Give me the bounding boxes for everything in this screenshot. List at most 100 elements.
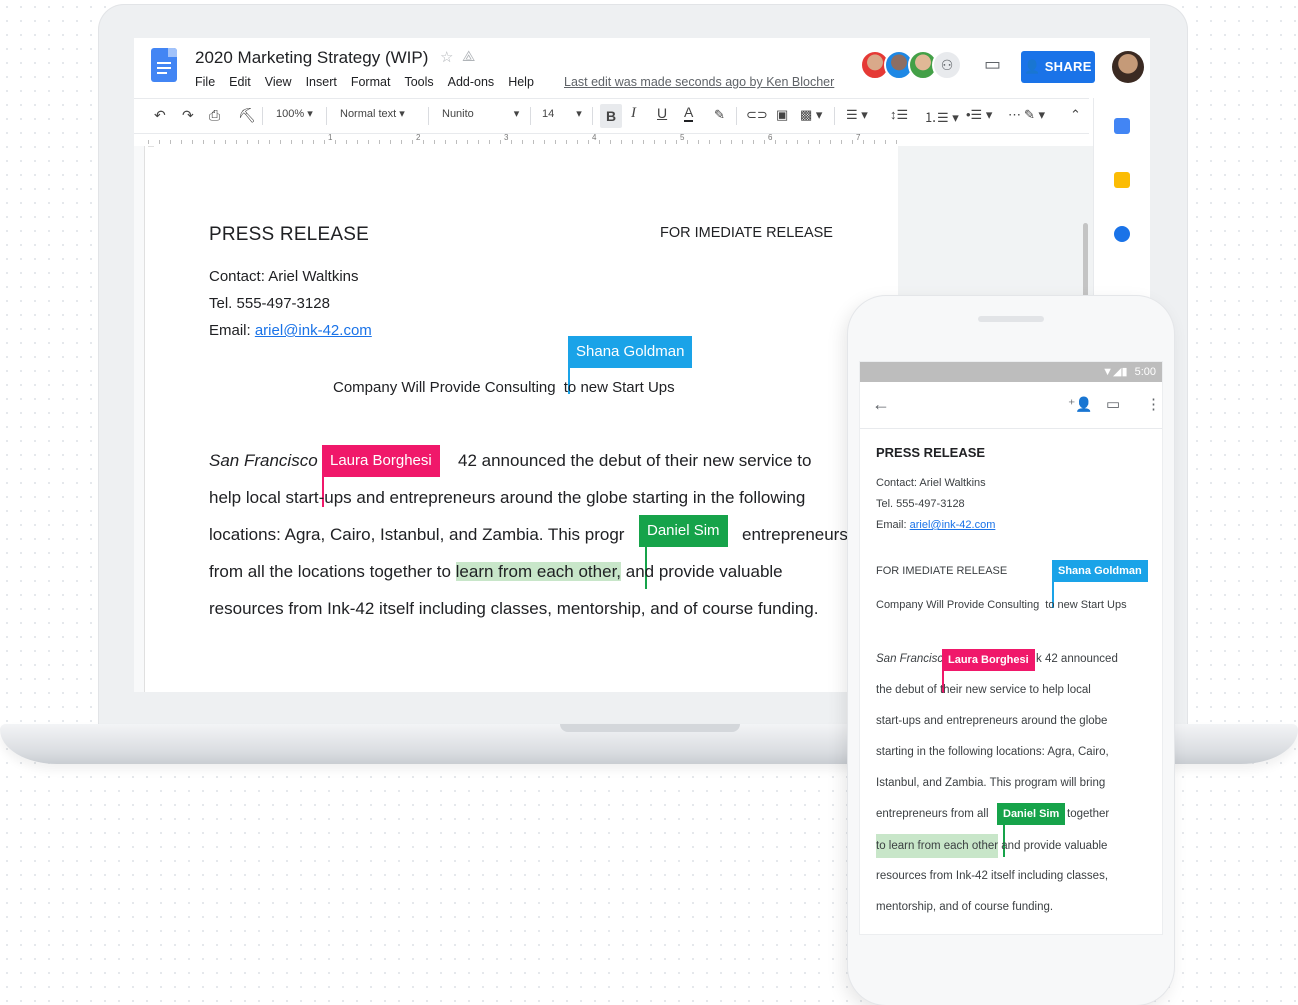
back-arrow-icon[interactable]: ← bbox=[872, 394, 890, 415]
phone-paragraph-line-4: starting in the following locations: Agr… bbox=[876, 746, 1109, 758]
phone-email-label: Email: bbox=[876, 519, 910, 531]
menu-format[interactable]: Format bbox=[351, 75, 391, 89]
menu-file[interactable]: File bbox=[195, 75, 215, 89]
print-icon[interactable]: ⎙ bbox=[209, 107, 220, 124]
share-button[interactable]: 👤 SHARE bbox=[1021, 51, 1095, 83]
phone-highlighted-text: to learn from each other bbox=[876, 834, 999, 858]
phone-cursor-tag-daniel: Daniel Sim bbox=[997, 803, 1066, 825]
phone-email-line: Email: ariel@ink-42.com bbox=[876, 519, 995, 531]
numbered-list-icon[interactable]: ⒈☰ ▾ bbox=[924, 107, 959, 126]
phone-subtitle-part: to new Start Ups bbox=[1042, 599, 1127, 611]
menu-help[interactable]: Help bbox=[508, 75, 534, 89]
ruler-number: 3 bbox=[504, 133, 509, 142]
subtitle-part: Company Will Provide Consulting bbox=[333, 379, 556, 396]
align-icon[interactable]: ☰ ▾ bbox=[846, 107, 868, 123]
line-spacing-icon[interactable]: ↕☰ bbox=[890, 107, 908, 123]
link-icon[interactable]: ⊂⊃ bbox=[746, 107, 768, 123]
paragraph-line-3-rest: entrepreneurs bbox=[742, 525, 848, 544]
paint-format-icon[interactable]: ⛏ bbox=[238, 107, 256, 124]
line4-text: and provide valuable bbox=[621, 562, 783, 581]
phone-screen: ▼◢▮ 5:00 ← ⁺👤 ▭ ⋮ PRESS RELEASE Contact:… bbox=[860, 362, 1162, 934]
phone-email-link[interactable]: ariel@ink-42.com bbox=[910, 519, 996, 531]
line4-text: from all the locations together to bbox=[209, 562, 456, 581]
phone-paragraph-line-9: mentorship, and of course funding. bbox=[876, 901, 1054, 913]
person-icon: 👤 bbox=[1024, 59, 1041, 74]
paragraph-line-3: locations: Agra, Cairo, Istanbul, and Za… bbox=[209, 525, 625, 544]
cursor-tag-shana: Shana Goldman bbox=[568, 336, 693, 368]
formatting-toolbar: ↶ ↷ ⎙ ⛏ 100% ▾ Normal text ▾ Nunito ▾ 14 ▾… bbox=[134, 98, 1089, 134]
menu-insert[interactable]: Insert bbox=[306, 75, 337, 89]
paragraph-line-1: San Francisco bbox=[209, 451, 318, 471]
email-line: Email: ariel@ink-42.com bbox=[209, 322, 372, 339]
comment-icon[interactable]: ▭ bbox=[1106, 395, 1120, 413]
underline-button[interactable]: U bbox=[657, 105, 667, 121]
font-select[interactable]: Nunito ▾ bbox=[442, 107, 519, 120]
subtitle-line: Company Will Provide Consulting to new S… bbox=[333, 379, 675, 396]
account-avatar[interactable] bbox=[1112, 51, 1144, 83]
menu-bar: File Edit View Insert Format Tools Add-o… bbox=[195, 75, 548, 89]
bold-button[interactable]: B bbox=[600, 104, 622, 128]
laptop-notch bbox=[560, 724, 740, 732]
tel-line: Tel. 555-497-3128 bbox=[209, 295, 330, 312]
keep-icon[interactable] bbox=[1114, 172, 1130, 188]
menu-edit[interactable]: Edit bbox=[229, 75, 251, 89]
phone: ▼◢▮ 5:00 ← ⁺👤 ▭ ⋮ PRESS RELEASE Contact:… bbox=[848, 296, 1174, 1005]
text-color-button[interactable]: A bbox=[684, 104, 694, 122]
press-release-heading: PRESS RELEASE bbox=[209, 224, 369, 245]
highlighted-text: learn from each other, bbox=[455, 562, 622, 581]
add-person-icon[interactable]: ⁺👤 bbox=[1068, 396, 1093, 413]
redo-icon[interactable]: ↷ bbox=[182, 107, 194, 124]
undo-icon[interactable]: ↶ bbox=[154, 107, 166, 124]
highlight-icon[interactable]: ✎ bbox=[714, 107, 725, 123]
collapse-toolbar-icon[interactable]: ⌃ bbox=[1070, 107, 1081, 123]
phone-paragraph-line-1-rest: k 42 announced bbox=[1036, 653, 1118, 665]
docs-logo-icon[interactable] bbox=[151, 48, 177, 82]
style-select[interactable]: Normal text ▾ bbox=[340, 107, 405, 120]
more-options-icon[interactable]: ⋯ bbox=[1008, 107, 1021, 123]
paragraph-line-5: resources from Ink-42 itself including c… bbox=[209, 599, 819, 618]
scrollbar[interactable] bbox=[1083, 223, 1088, 303]
font-size-select[interactable]: 14 ▾ bbox=[542, 107, 582, 120]
subtitle-part: to new Start Ups bbox=[559, 379, 675, 396]
phone-paragraph-line-8: resources from Ink-42 itself including c… bbox=[876, 870, 1109, 882]
move-to-folder-icon[interactable]: ⟁ bbox=[462, 48, 475, 65]
tasks-icon[interactable] bbox=[1114, 226, 1130, 242]
toolbar-divider bbox=[428, 107, 429, 125]
image-icon[interactable]: ▩ ▾ bbox=[800, 107, 822, 123]
menu-addons[interactable]: Add-ons bbox=[448, 75, 495, 89]
paragraph-line-4: from all the locations together to learn… bbox=[209, 562, 783, 582]
star-icon[interactable]: ☆ bbox=[440, 48, 453, 66]
phone-line7-text: and provide valuable bbox=[998, 840, 1108, 852]
document-title[interactable]: 2020 Marketing Strategy (WIP) bbox=[195, 48, 428, 68]
share-label: SHARE bbox=[1044, 59, 1092, 74]
toolbar-divider bbox=[592, 107, 593, 125]
vertical-ruler[interactable] bbox=[134, 146, 145, 692]
zoom-select[interactable]: 100% ▾ bbox=[276, 107, 313, 120]
editing-mode-icon[interactable]: ✎ ▾ bbox=[1024, 107, 1045, 123]
release-note: FOR IMEDIATE RELEASE bbox=[660, 225, 833, 241]
phone-app-bar: ← ⁺👤 ▭ ⋮ bbox=[860, 382, 1162, 429]
toolbar-divider bbox=[834, 107, 835, 125]
email-link[interactable]: ariel@ink-42.com bbox=[255, 322, 372, 339]
cursor-tag-laura: Laura Borghesi bbox=[322, 445, 440, 477]
last-edit-link[interactable]: Last edit was made seconds ago by Ken Bl… bbox=[564, 75, 834, 89]
comment-add-icon[interactable]: ▣ bbox=[776, 107, 788, 123]
phone-paragraph-line-1: San Francisc bbox=[876, 653, 944, 665]
cursor-tag-daniel: Daniel Sim bbox=[639, 515, 728, 547]
email-label: Email: bbox=[209, 322, 255, 339]
more-vert-icon[interactable]: ⋮ bbox=[1146, 395, 1161, 413]
phone-subtitle-line: Company Will Provide Consulting to new S… bbox=[876, 599, 1127, 611]
bulleted-list-icon[interactable]: •☰ ▾ bbox=[966, 107, 992, 123]
menu-view[interactable]: View bbox=[265, 75, 292, 89]
menu-tools[interactable]: Tools bbox=[404, 75, 433, 89]
font-size-value: 14 bbox=[542, 108, 555, 120]
toolbar-divider bbox=[530, 107, 531, 125]
phone-cursor-tag-shana: Shana Goldman bbox=[1052, 560, 1148, 582]
italic-button[interactable]: I bbox=[631, 105, 636, 122]
calendar-icon[interactable] bbox=[1114, 118, 1130, 134]
phone-paragraph-line-6: entrepreneurs from all bbox=[876, 808, 989, 820]
more-people-icon[interactable]: ⚇ bbox=[932, 50, 962, 80]
signal-icon: ▼◢▮ bbox=[1102, 366, 1128, 378]
comment-icon[interactable]: ▭ bbox=[984, 54, 1001, 75]
phone-speaker bbox=[978, 316, 1044, 322]
